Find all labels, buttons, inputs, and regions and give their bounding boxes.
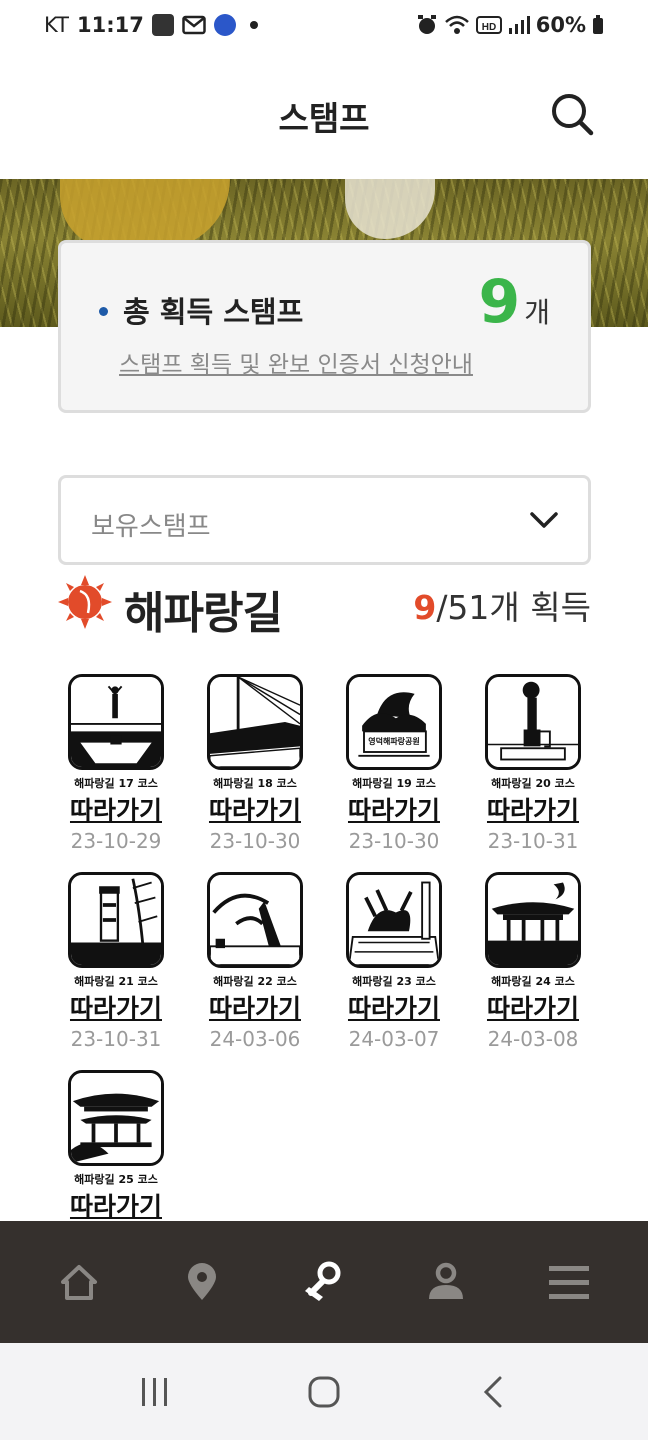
stamp-item[interactable]: 해파랑길 18 코스 따라가기 23-10-30: [195, 674, 315, 853]
stamp-caption: 해파랑길 21 코스: [74, 975, 158, 988]
stamp-date: 24-03-08: [487, 1027, 579, 1051]
follow-link[interactable]: 따라가기: [334, 989, 454, 1025]
stamp-18-image: [207, 674, 303, 770]
stamp-date: 24-03-07: [348, 1027, 440, 1051]
stamp-caption: 해파랑길 25 코스: [74, 1173, 158, 1186]
stamp-date: 24-03-06: [209, 1027, 301, 1051]
stamp-caption: 해파랑길 23 코스: [352, 975, 436, 988]
follow-link[interactable]: 따라가기: [473, 791, 593, 827]
stamp-caption: 해파랑길 18 코스: [213, 777, 297, 790]
stamp-icon: [304, 1261, 341, 1301]
stamp-item[interactable]: 해파랑길 25 코스 따라가기: [56, 1070, 176, 1223]
stamp-date: 23-10-31: [487, 829, 579, 853]
stamp-date: 23-10-30: [348, 829, 440, 853]
stamp-item[interactable]: 영덕해파랑공원 해파랑길 19 코스 따라가기 23-10-30: [334, 674, 454, 853]
stamp-caption: 해파랑길 19 코스: [352, 777, 436, 790]
pay-icon: [151, 14, 174, 36]
stamp-item[interactable]: 해파랑길 21 코스 따라가기 23-10-31: [56, 872, 176, 1051]
hd-icon: HD: [475, 16, 502, 34]
stamp-21-image: [68, 872, 164, 968]
nav-menu[interactable]: [534, 1247, 604, 1317]
home-circle-icon: [308, 1376, 340, 1407]
bottom-navigation: [0, 1221, 648, 1343]
stamp-item[interactable]: 해파랑길 24 코스 따라가기 24-03-08: [473, 872, 593, 1051]
course-progress: 9/51개 획득: [413, 581, 591, 629]
stamp-count: 9 개: [478, 267, 550, 337]
follow-link[interactable]: 따라가기: [195, 989, 315, 1025]
screen: KT 11:17 HD 60% 스탬프 총 획득 스탬프 9 개 스탬프 획득 …: [0, 0, 648, 1440]
back-button[interactable]: [463, 1362, 523, 1422]
stamp-date: 23-10-29: [70, 829, 162, 853]
stamp-23-image: [346, 872, 442, 968]
stamp-summary-card: 총 획득 스탬프 9 개 스탬프 획득 및 완보 인증서 신청안내: [58, 240, 591, 413]
stamp-badge-text: 영덕해파랑공원: [368, 737, 420, 746]
menu-icon: [548, 1266, 589, 1299]
stamp-filter-value: 보유스탬프: [91, 512, 211, 542]
stamp-date: 23-10-31: [70, 1027, 162, 1051]
stamp-caption: 해파랑길 22 코스: [213, 975, 297, 988]
nav-profile[interactable]: [411, 1247, 481, 1317]
nav-stamp[interactable]: [289, 1247, 359, 1317]
status-right: HD 60%: [416, 13, 604, 37]
stamp-caption: 해파랑길 17 코스: [74, 777, 158, 790]
signal-icon: [508, 16, 530, 34]
ediya-icon: [213, 14, 236, 36]
stamp-item[interactable]: 해파랑길 23 코스 따라가기 24-03-07: [334, 872, 454, 1051]
stamp-20-image: [485, 674, 581, 770]
status-bar: KT 11:17 HD 60%: [0, 0, 648, 50]
follow-link[interactable]: 따라가기: [334, 791, 454, 827]
banner-runner-shoe: [345, 179, 435, 239]
stamp-22-image: [207, 872, 303, 968]
stamp-24-image: [485, 872, 581, 968]
alarm-icon: [417, 15, 436, 34]
recents-icon: [141, 1377, 167, 1406]
banner-runner-shoe: [60, 179, 230, 249]
svg-text:HD: HD: [482, 22, 496, 33]
follow-link[interactable]: 따라가기: [56, 989, 176, 1025]
app-header: 스탬프: [0, 62, 648, 166]
home-button[interactable]: [294, 1362, 354, 1422]
stamp-count-number: 9: [478, 267, 521, 337]
battery-icon: [593, 15, 603, 34]
home-icon: [61, 1265, 98, 1300]
stamp-item[interactable]: 해파랑길 20 코스 따라가기 23-10-31: [473, 674, 593, 853]
stamp-date: 23-10-30: [209, 829, 301, 853]
certificate-guide-link[interactable]: 스탬프 획득 및 완보 인증서 신청안내: [119, 345, 473, 379]
follow-link[interactable]: 따라가기: [56, 1187, 176, 1223]
wifi-icon: [444, 15, 469, 34]
system-navigation-bar: [0, 1343, 648, 1440]
status-left: KT 11:17: [44, 13, 258, 37]
clock: 11:17: [76, 13, 144, 37]
mail-icon: [182, 15, 206, 35]
stamp-caption: 해파랑길 20 코스: [491, 777, 575, 790]
summary-label: 총 획득 스탬프: [123, 295, 304, 329]
total-count: /51개 획득: [436, 588, 591, 627]
stamp-count-unit: 개: [524, 296, 550, 329]
follow-link[interactable]: 따라가기: [56, 791, 176, 827]
recents-button[interactable]: [125, 1362, 185, 1422]
back-icon: [484, 1376, 502, 1407]
nav-home[interactable]: [44, 1247, 114, 1317]
follow-link[interactable]: 따라가기: [473, 989, 593, 1025]
dot-icon: [249, 21, 258, 29]
acquired-count: 9: [413, 588, 437, 627]
carrier-label: KT: [44, 13, 69, 37]
stamp-caption: 해파랑길 24 코스: [491, 975, 575, 988]
follow-link[interactable]: 따라가기: [195, 791, 315, 827]
battery-text: 60%: [535, 13, 586, 37]
stamp-filter-select[interactable]: 보유스탬프: [58, 475, 591, 565]
stamp-25-image: [68, 1070, 164, 1166]
nav-map[interactable]: [167, 1247, 237, 1317]
stamp-19-image: [346, 674, 442, 770]
course-header: 해파랑길 9/51개 획득: [58, 575, 591, 639]
stamp-item[interactable]: 해파랑길 17 코스 따라가기 23-10-29: [56, 674, 176, 853]
stamp-item[interactable]: 해파랑길 22 코스 따라가기 24-03-06: [195, 872, 315, 1051]
stamp-17-image: [68, 674, 164, 770]
location-icon: [187, 1263, 216, 1300]
chevron-down-icon: [530, 512, 558, 528]
course-name: 해파랑길: [124, 588, 283, 639]
profile-icon: [429, 1262, 464, 1299]
search-icon[interactable]: [548, 90, 596, 138]
sun-logo-icon: [58, 575, 112, 629]
